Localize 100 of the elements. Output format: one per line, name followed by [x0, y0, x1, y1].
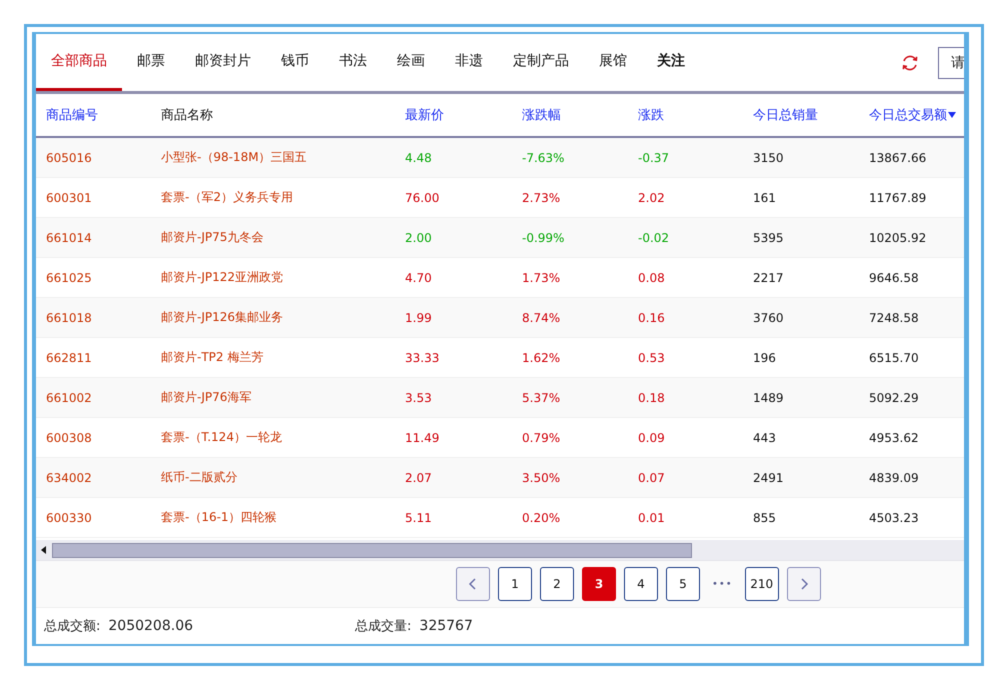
- product-name[interactable]: 邮资片-JP75九冬会: [161, 230, 264, 244]
- daily-amount: 4839.09: [869, 470, 919, 484]
- category-tab[interactable]: 书法: [324, 34, 382, 91]
- daily-amount: 11767.89: [869, 190, 926, 204]
- sort-caret-icon[interactable]: [948, 112, 956, 118]
- price-change: 0.07: [638, 470, 665, 484]
- change-percent: 2.73%: [522, 190, 560, 204]
- product-code: 600308: [46, 430, 92, 444]
- page-ellipsis: •••: [711, 578, 734, 590]
- product-name[interactable]: 小型张-（98-18M）三国五: [161, 150, 307, 164]
- total-amount-label: 总成交额:: [44, 618, 100, 635]
- next-page-button[interactable]: [786, 567, 821, 601]
- product-name[interactable]: 邮资片-TP2 梅兰芳: [161, 350, 264, 364]
- daily-volume: 2491: [753, 470, 784, 484]
- chevron-right-icon: [798, 578, 809, 590]
- sortable-column-header[interactable]: 今日总交易额: [869, 106, 956, 124]
- column-header: 商品名称: [161, 107, 213, 124]
- scroll-left-icon[interactable]: [41, 546, 46, 554]
- previous-page-button[interactable]: [456, 567, 490, 601]
- page-button[interactable]: 1: [498, 567, 532, 601]
- change-percent: 3.50%: [522, 470, 560, 484]
- category-tab[interactable]: 邮资封片: [180, 34, 266, 91]
- category-tab[interactable]: 展馆: [584, 34, 642, 91]
- daily-volume: 161: [753, 190, 776, 204]
- change-percent: -7.63%: [522, 150, 564, 164]
- page-button[interactable]: 210: [744, 567, 779, 601]
- daily-volume: 196: [753, 350, 776, 364]
- latest-price: 3.53: [405, 390, 432, 404]
- total-amount-value: 2050208.06: [108, 618, 194, 634]
- daily-amount: 13867.66: [869, 150, 926, 164]
- chevron-left-icon: [468, 578, 478, 590]
- latest-price: 2.00: [405, 230, 432, 244]
- daily-amount: 10205.92: [869, 230, 926, 244]
- change-percent: 5.37%: [522, 390, 560, 404]
- price-change: 0.09: [638, 430, 665, 444]
- price-change: 2.02: [638, 190, 665, 204]
- sortable-column-header[interactable]: 涨跌幅: [522, 106, 561, 124]
- category-tab[interactable]: 非遗: [440, 34, 498, 91]
- sortable-column-header[interactable]: 最新价: [405, 106, 444, 124]
- daily-amount: 7248.58: [869, 310, 919, 324]
- price-change: 0.16: [638, 310, 665, 324]
- change-percent: 1.62%: [522, 350, 560, 364]
- category-tab[interactable]: 全部商品: [36, 34, 122, 91]
- daily-amount: 4953.62: [869, 430, 919, 444]
- change-percent: 0.79%: [522, 430, 560, 444]
- category-tab[interactable]: 邮票: [122, 34, 180, 91]
- product-name[interactable]: 邮资片-JP126集邮业务: [161, 310, 284, 324]
- price-change: -0.02: [638, 230, 670, 244]
- product-name[interactable]: 纸币-二版贰分: [161, 470, 238, 484]
- product-name[interactable]: 套票-（16-1）四轮猴: [161, 510, 277, 524]
- latest-price: 76.00: [405, 190, 440, 204]
- daily-amount: 5092.29: [869, 390, 919, 404]
- daily-volume: 3150: [753, 150, 784, 164]
- price-change: 0.01: [638, 510, 665, 524]
- daily-volume: 2217: [753, 270, 784, 284]
- sortable-column-header[interactable]: 涨跌: [638, 106, 664, 124]
- product-name[interactable]: 邮资片-JP76海军: [161, 390, 252, 404]
- product-code: 662811: [46, 350, 92, 364]
- page-button[interactable]: 4: [624, 567, 658, 601]
- product-code: 661014: [46, 230, 92, 244]
- latest-price: 4.70: [405, 270, 432, 284]
- sortable-column-header[interactable]: 商品编号: [46, 106, 98, 124]
- scrollbar-thumb[interactable]: [52, 542, 692, 558]
- product-code: 634002: [46, 470, 92, 484]
- daily-amount: 6515.70: [869, 350, 919, 364]
- latest-price: 11.49: [405, 430, 440, 444]
- category-tab[interactable]: 绘画: [382, 34, 440, 91]
- page-button[interactable]: 2: [540, 567, 574, 601]
- price-change: 0.53: [638, 350, 665, 364]
- category-tab[interactable]: 定制产品: [498, 34, 584, 91]
- price-change: -0.37: [638, 150, 670, 164]
- page-button[interactable]: 5: [666, 567, 700, 601]
- daily-volume: 3760: [753, 310, 784, 324]
- daily-volume: 855: [753, 510, 776, 524]
- change-percent: -0.99%: [522, 230, 564, 244]
- latest-price: 33.33: [405, 350, 440, 364]
- change-percent: 8.74%: [522, 310, 560, 324]
- category-tab[interactable]: 钱币: [266, 34, 324, 91]
- sortable-column-header[interactable]: 今日总销量: [753, 106, 818, 124]
- product-code: 600330: [46, 510, 92, 524]
- daily-amount: 9646.58: [869, 270, 919, 284]
- change-percent: 0.20%: [522, 510, 560, 524]
- page-button[interactable]: 3: [582, 567, 616, 601]
- daily-volume: 1489: [753, 390, 784, 404]
- product-name[interactable]: 套票-（T.124）一轮龙: [161, 430, 282, 444]
- horizontal-scrollbar[interactable]: [36, 540, 964, 561]
- product-code: 661002: [46, 390, 92, 404]
- change-percent: 1.73%: [522, 270, 560, 284]
- latest-price: 1.99: [405, 310, 432, 324]
- product-name[interactable]: 邮资片-JP122亚洲政党: [161, 270, 284, 284]
- latest-price: 4.48: [405, 150, 432, 164]
- refresh-icon[interactable]: [900, 52, 920, 72]
- latest-price: 2.07: [405, 470, 432, 484]
- product-code: 661018: [46, 310, 92, 324]
- total-volume-value: 325767: [419, 618, 473, 634]
- product-code: 661025: [46, 270, 92, 284]
- product-name[interactable]: 套票-（军2）义务兵专用: [161, 190, 293, 204]
- product-code: 600301: [46, 190, 92, 204]
- category-tab[interactable]: 关注: [642, 34, 700, 91]
- product-code: 605016: [46, 150, 92, 164]
